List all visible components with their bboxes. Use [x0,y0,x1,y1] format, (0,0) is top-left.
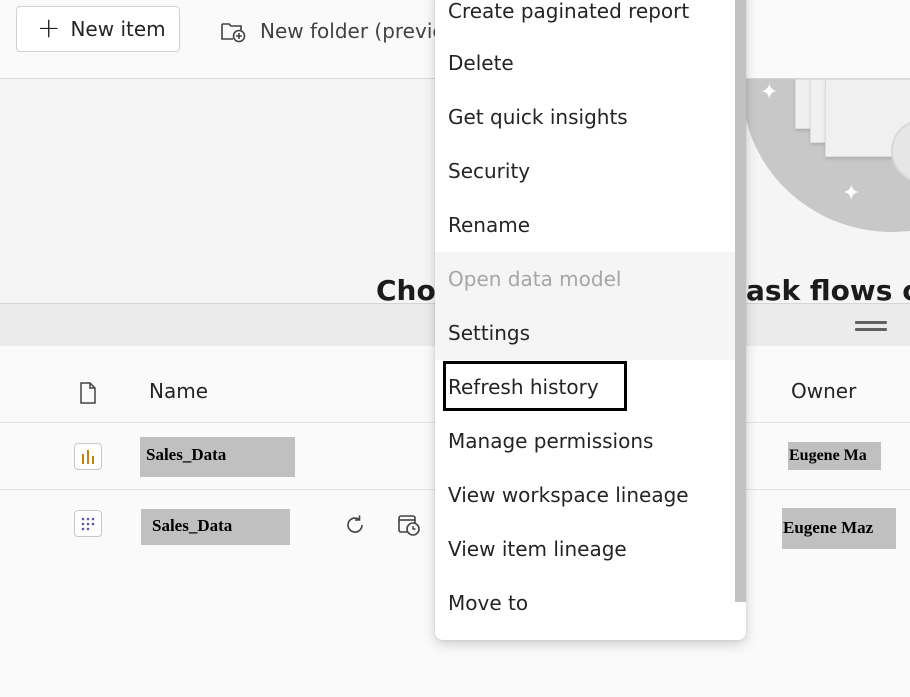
file-type-icon [80,382,96,404]
plus-icon: + [37,10,61,44]
menu-item-rename[interactable]: Rename [435,198,735,252]
table-row-owner: Eugene Ma [788,442,881,470]
menu-item-settings[interactable]: Settings [435,306,735,360]
menu-item-refresh-history[interactable]: Refresh history [435,360,735,414]
refresh-icon[interactable] [343,513,367,537]
menu-item-view-item-lineage[interactable]: View item lineage [435,522,735,576]
report-icon [74,443,102,470]
context-menu: Create paginated report Delete Get quick… [435,0,746,640]
hero-title-continued: ask flows or [746,274,910,303]
menu-item-security[interactable]: Security [435,144,735,198]
schedule-refresh-icon[interactable] [397,513,421,537]
new-item-label: New item [70,17,166,41]
column-header-owner[interactable]: Owner [791,379,856,403]
table-row-name[interactable]: Sales_Data [141,509,290,545]
table-row-name[interactable]: Sales_Data [140,437,295,477]
new-item-button[interactable]: + New item [16,6,180,52]
menu-item-move-to[interactable]: Move to [435,576,735,630]
table-row-owner: Eugene Maz [782,508,896,549]
new-folder-icon [221,23,246,43]
semantic-model-icon [74,510,102,537]
sparkle-icon: ✦ [760,80,779,105]
new-folder-button[interactable]: New folder (preview) [220,14,469,48]
column-header-name[interactable]: Name [149,379,208,403]
view-options-icon[interactable] [855,321,887,335]
menu-item-open-data-model: Open data model [435,252,735,306]
menu-item-get-quick-insights[interactable]: Get quick insights [435,90,735,144]
sparkle-icon: ✦ [842,181,861,206]
menu-item-create-paginated-report[interactable]: Create paginated report [435,0,735,38]
menu-scrollbar[interactable] [735,0,746,602]
menu-item-delete[interactable]: Delete [435,36,735,90]
menu-item-view-workspace-lineage[interactable]: View workspace lineage [435,468,735,522]
menu-item-manage-permissions[interactable]: Manage permissions [435,414,735,468]
